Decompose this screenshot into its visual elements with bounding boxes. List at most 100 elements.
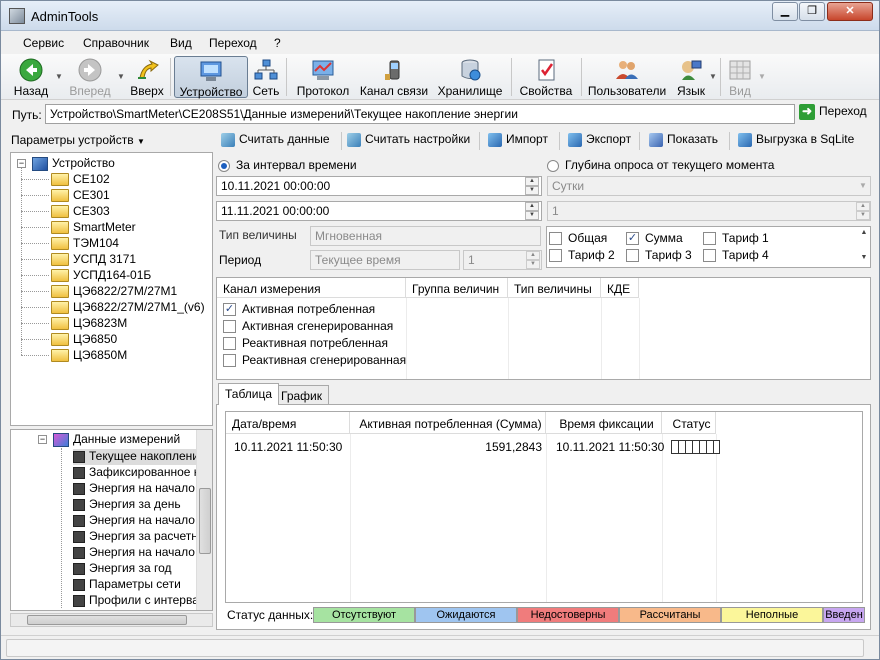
- back-dropdown-icon[interactable]: ▼: [55, 72, 63, 81]
- import-button[interactable]: Импорт: [488, 132, 548, 152]
- depth-value-field: 1: [547, 201, 871, 221]
- channel-button[interactable]: Канал связи: [357, 56, 431, 98]
- column-header[interactable]: Дата/время: [226, 412, 350, 434]
- tariff-1-checkbox[interactable]: Тариф 1: [703, 231, 769, 246]
- device-params-dropdown[interactable]: Параметры устройств ▼: [11, 129, 211, 149]
- tree-item-device[interactable]: ЦЭ6822/27М/27М1: [51, 284, 177, 300]
- storage-button[interactable]: Хранилище: [434, 56, 506, 98]
- folder-icon: [51, 269, 69, 283]
- protocol-button[interactable]: Протокол: [292, 56, 354, 98]
- params-tree-scrollbar[interactable]: [196, 430, 212, 610]
- minimize-button[interactable]: ▁: [772, 2, 798, 21]
- sqlite-export-button[interactable]: Выгрузка в SqLite: [738, 132, 854, 152]
- tree-item-device[interactable]: ЦЭ6823М: [51, 316, 127, 332]
- menu-help[interactable]: ?: [274, 36, 281, 50]
- device-button[interactable]: Устройство: [174, 56, 248, 99]
- menu-bar: Сервис Справочник Вид Переход ?: [1, 32, 879, 54]
- date-from-spinner[interactable]: ▲ ▼: [525, 177, 539, 195]
- language-button[interactable]: Язык: [672, 56, 710, 98]
- tree-item-param[interactable]: Энергия за год: [73, 561, 172, 577]
- language-dropdown-icon[interactable]: ▼: [709, 72, 717, 81]
- tree-item-device[interactable]: УСПД164-01Б: [51, 268, 151, 284]
- tree-item-param[interactable]: Параметры сети: [73, 577, 181, 593]
- tariff-list-scroll[interactable]: ▲ ▼: [858, 227, 870, 267]
- tree-item-param[interactable]: Энергия за день: [73, 497, 181, 513]
- tree-item-device[interactable]: ТЭМ104: [51, 236, 119, 252]
- tree-item-param[interactable]: Профили с интервал: [73, 593, 206, 609]
- back-button[interactable]: Назад: [11, 56, 51, 98]
- users-button[interactable]: Пользователи: [586, 56, 668, 98]
- column-header[interactable]: Статус: [662, 412, 716, 434]
- data-status-legend: Статус данных: Отсутствуют Ожидаются Нед…: [225, 607, 865, 625]
- menu-service[interactable]: Сервис: [23, 36, 64, 50]
- channel-row[interactable]: ✓ Активная потребленная: [217, 302, 375, 319]
- tree-collapse-icon[interactable]: −: [17, 159, 26, 168]
- depth-radio[interactable]: Глубина опроса от текущего момента: [547, 158, 774, 172]
- go-button[interactable]: ➜ Переход: [799, 104, 867, 124]
- tariff-4-checkbox[interactable]: Тариф 4: [703, 248, 769, 263]
- read-settings-button[interactable]: Считать настройки: [347, 132, 470, 152]
- param-icon: [73, 450, 85, 463]
- date-from-field[interactable]: 10.11.2021 00:00:00: [216, 176, 542, 196]
- tree-item-param[interactable]: Зафиксированное на: [73, 465, 207, 481]
- date-to-field[interactable]: 11.11.2021 00:00:00: [216, 201, 542, 221]
- device-tree[interactable]: − Устройство CE102 CE301 CE303 SmartMete…: [10, 152, 213, 426]
- tree-item-param[interactable]: Энергия на начало г: [73, 545, 203, 561]
- table-tab-panel: Дата/время Активная потребленная (Сумма)…: [216, 404, 871, 630]
- tree-item-device[interactable]: SmartMeter: [51, 220, 136, 236]
- export-button[interactable]: Экспорт: [568, 132, 631, 152]
- properties-button[interactable]: Свойства: [516, 56, 576, 98]
- up-button[interactable]: Вверх: [127, 56, 167, 98]
- restore-button[interactable]: ❐: [799, 2, 825, 21]
- param-icon: [73, 514, 85, 527]
- tab-table[interactable]: Таблица: [218, 383, 280, 405]
- read-data-button[interactable]: Считать данные: [221, 132, 330, 152]
- tree-item-device[interactable]: CE301: [51, 188, 110, 204]
- params-tree[interactable]: − Данные измерений Текущее накопление За…: [10, 429, 213, 611]
- status-pending: Ожидаются: [415, 607, 517, 623]
- tariff-2-checkbox[interactable]: Тариф 2: [549, 248, 615, 263]
- path-input[interactable]: Устройство\SmartMeter\CE208S51\Данные из…: [45, 104, 795, 124]
- tree-root-measurements[interactable]: Данные измерений: [53, 432, 180, 448]
- tariff-3-checkbox[interactable]: Тариф 3: [626, 248, 692, 263]
- params-tree-hscrollbar[interactable]: [10, 613, 213, 627]
- channel-row[interactable]: Реактивная потребленная: [217, 336, 388, 353]
- tree-item-device[interactable]: ЦЭ6822/27М/27М1_(v6): [51, 300, 205, 316]
- tree-item-param[interactable]: Энергия на начало д: [73, 481, 205, 497]
- menu-navigate[interactable]: Переход: [209, 36, 257, 50]
- channel-row[interactable]: Реактивная сгенерированная: [217, 353, 406, 370]
- tariff-sum-checkbox[interactable]: ✓ Сумма: [626, 231, 683, 246]
- date-to-spinner[interactable]: ▲ ▼: [525, 202, 539, 220]
- channel-row[interactable]: Активная сгенерированная: [217, 319, 393, 336]
- tree-item-param[interactable]: Энергия на начало р: [73, 513, 205, 529]
- param-icon: [73, 578, 85, 591]
- tree-item-device[interactable]: CE303: [51, 204, 110, 220]
- param-icon: [73, 530, 85, 543]
- menu-reference[interactable]: Справочник: [83, 36, 149, 50]
- column-header[interactable]: Канал измерения: [217, 278, 406, 298]
- tree-collapse-icon[interactable]: −: [38, 435, 47, 444]
- action-bar: Считать данные Считать настройки Импорт …: [216, 129, 871, 153]
- column-header[interactable]: Время фиксации: [546, 412, 662, 434]
- tree-item-device[interactable]: ЦЭ6850: [51, 332, 117, 348]
- interval-radio[interactable]: За интервал времени: [218, 158, 357, 172]
- show-button[interactable]: Показать: [649, 132, 718, 152]
- tree-item-param[interactable]: Энергия за расчетн: [73, 529, 198, 545]
- folder-icon: [51, 173, 69, 187]
- column-header[interactable]: Группа величин: [406, 278, 508, 298]
- close-button[interactable]: ✕: [827, 2, 873, 21]
- tree-item-device[interactable]: УСПД 3171: [51, 252, 136, 268]
- tree-item-device[interactable]: CE102: [51, 172, 110, 188]
- tree-item-param[interactable]: Текущее накопление: [73, 449, 206, 465]
- network-button[interactable]: Сеть: [250, 56, 282, 98]
- depth-value-spinner: ▲ ▼: [856, 202, 870, 220]
- menu-view[interactable]: Вид: [170, 36, 192, 50]
- tree-item-device[interactable]: ЦЭ6850М: [51, 348, 127, 364]
- tariff-general-checkbox[interactable]: Общая: [549, 231, 607, 246]
- column-header[interactable]: КДЕ: [601, 278, 639, 298]
- column-header[interactable]: Активная потребленная (Сумма): [350, 412, 546, 434]
- folder-icon: [51, 189, 69, 203]
- tab-chart[interactable]: График: [274, 385, 329, 405]
- tree-root[interactable]: Устройство: [32, 156, 115, 172]
- column-header[interactable]: Тип величины: [508, 278, 601, 298]
